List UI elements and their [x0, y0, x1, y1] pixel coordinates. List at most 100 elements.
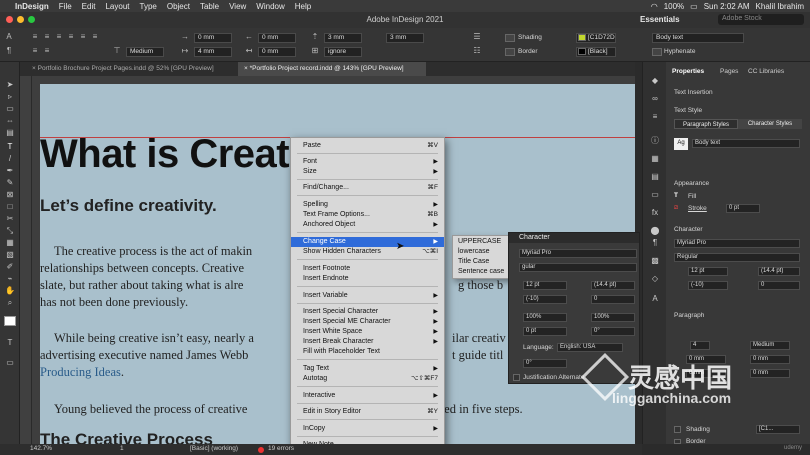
- preflight-profile[interactable]: [Basic] (working): [190, 445, 238, 452]
- preflight-errors[interactable]: 19 errors: [268, 445, 294, 452]
- props-kerning-field[interactable]: (-10): [688, 281, 728, 290]
- menu-item-font[interactable]: Font ▶: [291, 157, 444, 167]
- character-mode-icon[interactable]: A: [4, 32, 14, 42]
- menu-edit[interactable]: Edit: [77, 2, 101, 11]
- submenu-item-uppercase[interactable]: UPPERCASE: [453, 237, 513, 247]
- rectangle-tool-icon[interactable]: □: [4, 202, 16, 212]
- char-leading-field[interactable]: (14.4 pt): [591, 281, 635, 290]
- line-tool-icon[interactable]: /: [4, 154, 16, 164]
- layers-icon[interactable]: ◆: [649, 76, 661, 86]
- paragraph-styles-icon[interactable]: ¶: [649, 238, 661, 248]
- submenu-item-sentence-case[interactable]: Sentence case: [453, 267, 513, 277]
- menu-item-insert-break-character[interactable]: Insert Break Character ▶: [291, 337, 444, 347]
- menu-item-insert-special-me-character[interactable]: Insert Special ME Character ▶: [291, 317, 444, 327]
- menu-view[interactable]: View: [224, 2, 251, 11]
- cc-libraries-icon[interactable]: ▭: [649, 190, 661, 200]
- align-towards-spine-icon[interactable]: ≡: [30, 46, 40, 56]
- menu-item-change-case[interactable]: Change Case ▶: [291, 237, 444, 247]
- numbering-icon[interactable]: ☷: [472, 46, 482, 56]
- props-font-field[interactable]: Myriad Pro: [674, 239, 800, 248]
- char-vscale-field[interactable]: 100%: [523, 313, 567, 322]
- paragraph-styles-button[interactable]: Paragraph Styles: [674, 119, 738, 129]
- menu-item-fill-placeholder-text[interactable]: Fill with Placeholder Text: [291, 347, 444, 357]
- char-size-field[interactable]: 12 pt: [523, 281, 567, 290]
- gradient-tool-icon[interactable]: ▦: [4, 238, 16, 248]
- char-skew-field[interactable]: 0°: [591, 327, 635, 336]
- info-icon[interactable]: ⓘ: [649, 136, 661, 146]
- justify-left-icon[interactable]: ≡: [66, 32, 76, 42]
- menu-item-interactive[interactable]: Interactive ▶: [291, 391, 444, 401]
- left-indent-field[interactable]: 0 mm: [194, 33, 232, 43]
- char-tracking-field[interactable]: 0: [591, 295, 635, 304]
- paragraph-3-line-1[interactable]: Young believed the process of creative: [54, 402, 247, 417]
- menu-item-show-hidden-characters[interactable]: Show Hidden Characters ⌥⌘I: [291, 247, 444, 257]
- props-tracking-field[interactable]: 0: [758, 281, 800, 290]
- pencil-tool-icon[interactable]: ✎: [4, 178, 16, 188]
- adobe-stock-search[interactable]: Adobe Stock: [718, 14, 804, 25]
- menu-item-size[interactable]: Size ▶: [291, 167, 444, 177]
- hyphenate-checkbox[interactable]: [652, 48, 662, 56]
- paragraph-2-line-2[interactable]: advertising executive named James Webb: [40, 348, 248, 363]
- border-color-field[interactable]: [Black]: [576, 47, 616, 57]
- menu-object[interactable]: Object: [162, 2, 195, 11]
- book-title-link[interactable]: Producing Ideas: [40, 365, 121, 379]
- wifi-icon[interactable]: ◠: [651, 2, 658, 11]
- document-heading[interactable]: What is Creat: [40, 132, 290, 177]
- shading-checkbox[interactable]: [505, 34, 515, 42]
- character-panel-icon[interactable]: A: [649, 294, 661, 304]
- paragraph-3-line-1-end[interactable]: red in five steps.: [440, 402, 523, 417]
- links-icon[interactable]: ∞: [649, 94, 661, 104]
- justify-center-icon[interactable]: ≡: [78, 32, 88, 42]
- first-line-indent-field[interactable]: 4 mm: [194, 47, 232, 57]
- menu-table[interactable]: Table: [195, 2, 224, 11]
- menu-item-text-frame-options[interactable]: Text Frame Options... ⌘B: [291, 210, 444, 220]
- paragraph-style-selector[interactable]: Body text: [692, 139, 800, 148]
- tab-project-record[interactable]: × *Portfolio Project record.indd @ 143% …: [238, 62, 426, 76]
- grid-align-field[interactable]: ignore: [324, 47, 362, 57]
- paragraph-1-line-1[interactable]: The creative process is the act of makin: [54, 244, 252, 259]
- eyedropper-tool-icon[interactable]: ⌁: [4, 274, 16, 284]
- menu-item-insert-white-space[interactable]: Insert White Space ▶: [291, 327, 444, 337]
- char-style-field[interactable]: gular: [519, 263, 637, 272]
- paragraph-2-line-2-end[interactable]: t guide titl: [452, 348, 503, 363]
- menu-item-autotag[interactable]: Autotag ⌥⇧⌘F7: [291, 374, 444, 384]
- fill-swatch-icon[interactable]: [4, 316, 16, 326]
- workspace-switcher[interactable]: Essentials: [640, 15, 680, 24]
- stroke-weight-field[interactable]: 0 pt: [726, 204, 760, 213]
- justify-all-icon[interactable]: ≡: [90, 32, 100, 42]
- color-icon[interactable]: ⬤: [649, 226, 661, 236]
- last-line-indent-field[interactable]: 0 mm: [258, 47, 296, 57]
- menu-item-insert-variable[interactable]: Insert Variable ▶: [291, 291, 444, 301]
- menu-item-anchored-object[interactable]: Anchored Object ▶: [291, 220, 444, 230]
- menu-item-paste[interactable]: Paste ⌘V: [291, 141, 444, 151]
- menu-item-insert-footnote[interactable]: Insert Footnote: [291, 264, 444, 274]
- align-left-icon[interactable]: ≡: [30, 32, 40, 42]
- menu-window[interactable]: Window: [251, 2, 289, 11]
- props-weight-field[interactable]: Medium: [750, 341, 790, 350]
- tab-properties[interactable]: Properties: [672, 66, 704, 78]
- zoom-level[interactable]: 142.7%: [30, 445, 52, 452]
- bullets-icon[interactable]: ☰: [472, 32, 482, 42]
- free-transform-tool-icon[interactable]: ⤡: [4, 226, 16, 236]
- props-leading-field[interactable]: (14.4 pt): [758, 267, 800, 276]
- right-indent-field[interactable]: 0 mm: [258, 33, 296, 43]
- selection-tool-icon[interactable]: ➤: [4, 80, 16, 90]
- menu-item-insert-special-character[interactable]: Insert Special Character ▶: [291, 307, 444, 317]
- gradient-icon[interactable]: ▤: [649, 172, 661, 182]
- gradient-feather-icon[interactable]: ▧: [4, 250, 16, 260]
- menu-help[interactable]: Help: [290, 2, 316, 11]
- tab-brochure[interactable]: × Portfolio Brochure Project Pages.indd …: [26, 62, 236, 76]
- char-baseline-field[interactable]: 0 pt: [523, 327, 567, 336]
- menu-item-find-change[interactable]: Find/Change... ⌘F: [291, 183, 444, 193]
- submenu-item-title-case[interactable]: Title Case: [453, 257, 513, 267]
- note-tool-icon[interactable]: ✐: [4, 262, 16, 272]
- space-after-field[interactable]: 3 mm: [386, 33, 424, 43]
- gap-tool-icon[interactable]: ⇔: [4, 116, 16, 126]
- props-indent-field[interactable]: 4: [690, 341, 710, 350]
- user-name[interactable]: Khalil Ibrahim: [756, 2, 804, 11]
- language-dropdown[interactable]: English: USA: [557, 343, 623, 352]
- text-wrap-icon[interactable]: ▩: [649, 256, 661, 266]
- stroke-swatch-icon[interactable]: ⧄: [674, 204, 678, 212]
- paragraph-style-dropdown[interactable]: Body text: [652, 33, 744, 43]
- props-space-after-field[interactable]: 0 mm: [750, 369, 790, 378]
